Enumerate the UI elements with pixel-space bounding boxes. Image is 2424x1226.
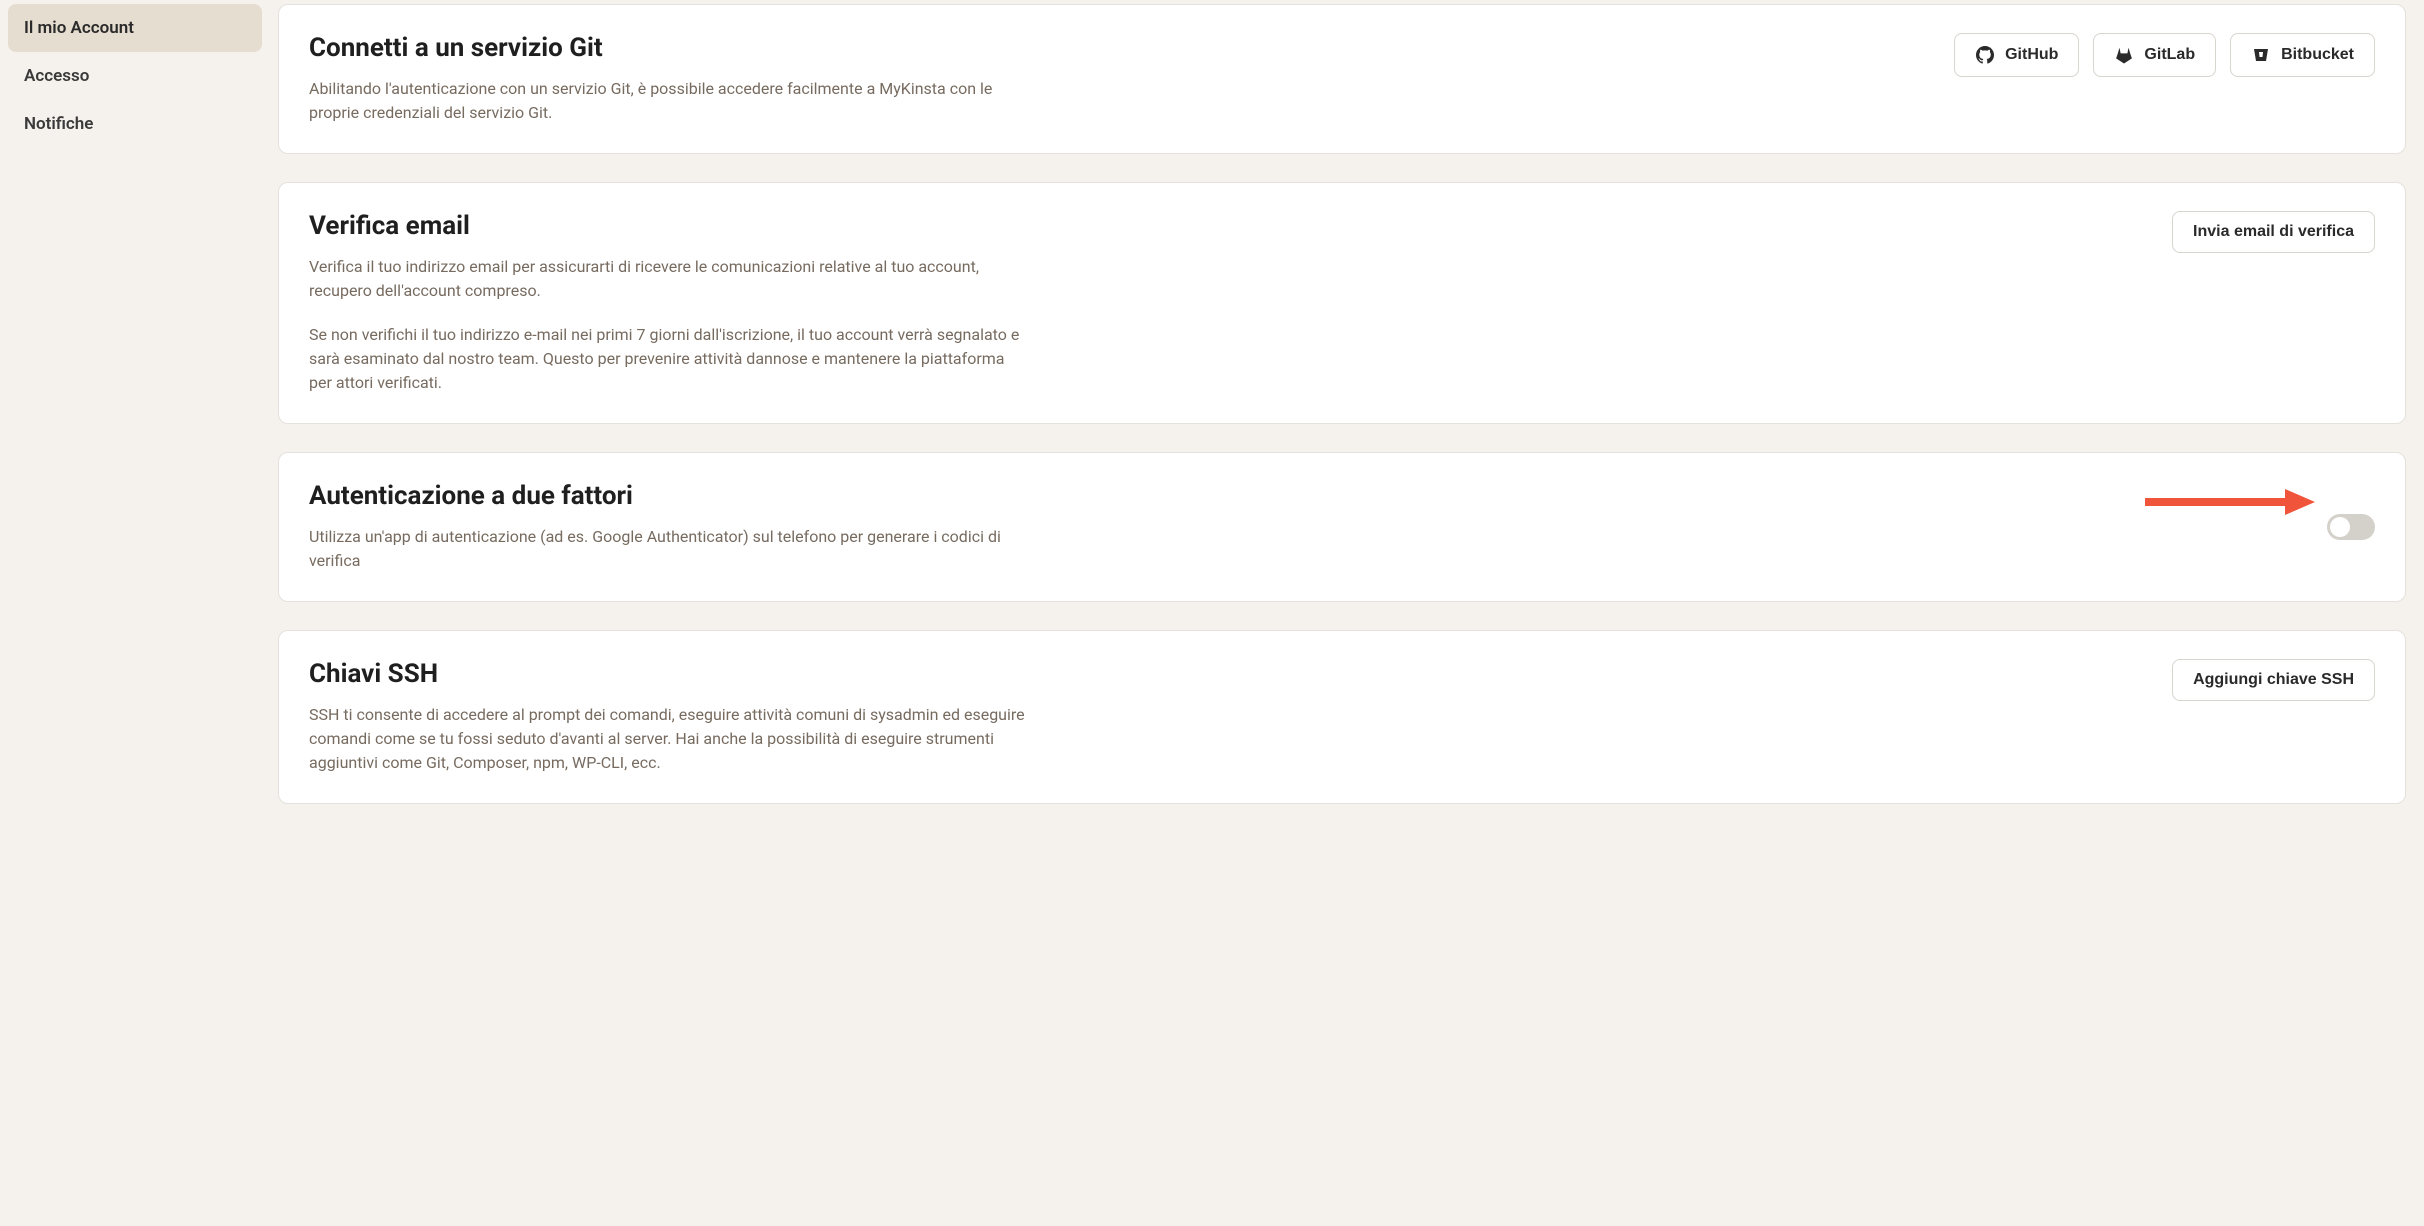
sidebar-item-my-account[interactable]: Il mio Account	[8, 4, 262, 52]
card-title-twofa: Autenticazione a due fattori	[309, 481, 1029, 511]
card-title-git: Connetti a un servizio Git	[309, 33, 1029, 63]
card-title-email: Verifica email	[309, 211, 1029, 241]
github-button-label: GitHub	[2005, 46, 2058, 64]
bitbucket-button[interactable]: Bitbucket	[2230, 33, 2375, 77]
bitbucket-button-label: Bitbucket	[2281, 46, 2354, 64]
gitlab-button-label: GitLab	[2144, 46, 2195, 64]
card-desc-email-1: Verifica il tuo indirizzo email per assi…	[309, 255, 1029, 303]
card-desc-email-2: Se non verifichi il tuo indirizzo e-mail…	[309, 323, 1029, 395]
annotation-arrow-icon	[2145, 487, 2315, 517]
sidebar-item-access[interactable]: Accesso	[8, 52, 262, 100]
sidebar-item-label: Accesso	[24, 66, 89, 86]
git-buttons-group: GitHub GitLab Bitbucket	[1954, 33, 2375, 77]
card-title-ssh: Chiavi SSH	[309, 659, 1029, 689]
bitbucket-icon	[2251, 45, 2271, 65]
card-two-factor: Autenticazione a due fattori Utilizza un…	[278, 452, 2406, 602]
add-ssh-key-button[interactable]: Aggiungi chiave SSH	[2172, 659, 2375, 701]
sidebar-item-label: Il mio Account	[24, 18, 134, 38]
gitlab-button[interactable]: GitLab	[2093, 33, 2216, 77]
sidebar: Il mio Account Accesso Notifiche	[0, 0, 270, 1226]
sidebar-item-notifications[interactable]: Notifiche	[8, 100, 262, 148]
send-verification-email-button[interactable]: Invia email di verifica	[2172, 211, 2375, 253]
main-content: Connetti a un servizio Git Abilitando l'…	[270, 0, 2424, 1226]
github-icon	[1975, 45, 1995, 65]
send-verification-email-label: Invia email di verifica	[2193, 223, 2354, 241]
card-desc-twofa: Utilizza un'app di autenticazione (ad es…	[309, 525, 1029, 573]
card-ssh-keys: Chiavi SSH SSH ti consente di accedere a…	[278, 630, 2406, 804]
gitlab-icon	[2114, 45, 2134, 65]
sidebar-item-label: Notifiche	[24, 114, 93, 134]
two-factor-toggle[interactable]	[2327, 514, 2375, 540]
card-git-connect: Connetti a un servizio Git Abilitando l'…	[278, 4, 2406, 154]
card-email-verify: Verifica email Verifica il tuo indirizzo…	[278, 182, 2406, 424]
card-desc-git: Abilitando l'autenticazione con un servi…	[309, 77, 1029, 125]
add-ssh-key-label: Aggiungi chiave SSH	[2193, 671, 2354, 689]
github-button[interactable]: GitHub	[1954, 33, 2079, 77]
card-desc-ssh: SSH ti consente di accedere al prompt de…	[309, 703, 1029, 775]
